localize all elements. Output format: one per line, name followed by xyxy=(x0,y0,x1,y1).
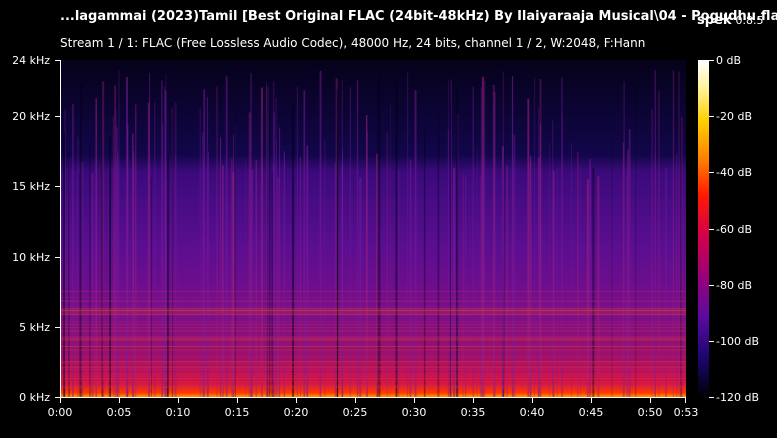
time-tick xyxy=(685,398,686,403)
app-brand: spek 0.8.5 xyxy=(697,9,764,28)
freq-tick xyxy=(55,186,60,187)
freq-label-24: 24 kHz xyxy=(12,54,50,67)
freq-label-5: 5 kHz xyxy=(19,321,50,334)
freq-label-15: 15 kHz xyxy=(12,180,50,193)
stream-info: Stream 1 / 1: FLAC (Free Lossless Audio … xyxy=(60,36,646,50)
freq-label-10: 10 kHz xyxy=(12,251,50,264)
time-label-0-53: 0:53 xyxy=(673,406,699,419)
time-label-0-50: 0:50 xyxy=(637,406,663,419)
time-label-0-20: 0:20 xyxy=(283,406,309,419)
time-tick xyxy=(532,398,533,403)
time-label-0-05: 0:05 xyxy=(106,406,132,419)
db-label-80: -80 dB xyxy=(716,279,752,292)
freq-tick xyxy=(55,116,60,117)
time-tick xyxy=(414,398,415,403)
freq-tick xyxy=(55,257,60,258)
time-label-0-30: 0:30 xyxy=(401,406,427,419)
db-tick xyxy=(709,285,714,286)
time-tick xyxy=(296,398,297,403)
time-label-0-10: 0:10 xyxy=(165,406,191,419)
time-label-0-45: 0:45 xyxy=(578,406,604,419)
time-tick xyxy=(119,398,120,403)
freq-label-20: 20 kHz xyxy=(12,110,50,123)
file-title: ...lagammai (2023)Tamil [Best Original F… xyxy=(60,9,777,24)
db-label-40: -40 dB xyxy=(716,166,752,179)
db-label-0: 0 dB xyxy=(716,54,742,67)
time-tick xyxy=(237,398,238,403)
time-tick xyxy=(60,398,61,403)
time-label-0-40: 0:40 xyxy=(519,406,545,419)
db-label-60: -60 dB xyxy=(716,223,752,236)
db-label-100: -100 dB xyxy=(716,335,759,348)
db-tick xyxy=(709,172,714,173)
db-tick xyxy=(709,341,714,342)
db-tick xyxy=(709,60,714,61)
db-label-120: -120 dB xyxy=(716,391,759,404)
time-tick xyxy=(178,398,179,403)
time-label-0-15: 0:15 xyxy=(224,406,250,419)
time-tick xyxy=(650,398,651,403)
db-tick xyxy=(709,229,714,230)
app-version: 0.8.5 xyxy=(735,14,764,27)
db-label-20: -20 dB xyxy=(716,110,752,123)
freq-label-0: 0 kHz xyxy=(19,391,50,404)
time-label-0-25: 0:25 xyxy=(342,406,368,419)
spectrogram xyxy=(60,60,686,398)
time-label-0-35: 0:35 xyxy=(460,406,486,419)
freq-tick xyxy=(55,60,60,61)
app-name: spek xyxy=(697,13,732,28)
db-tick xyxy=(709,116,714,117)
db-tick xyxy=(709,397,714,398)
time-tick xyxy=(355,398,356,403)
time-tick xyxy=(473,398,474,403)
time-tick xyxy=(591,398,592,403)
time-label-0-00: 0:00 xyxy=(47,406,73,419)
db-color-legend xyxy=(698,60,709,398)
freq-tick xyxy=(55,327,60,328)
